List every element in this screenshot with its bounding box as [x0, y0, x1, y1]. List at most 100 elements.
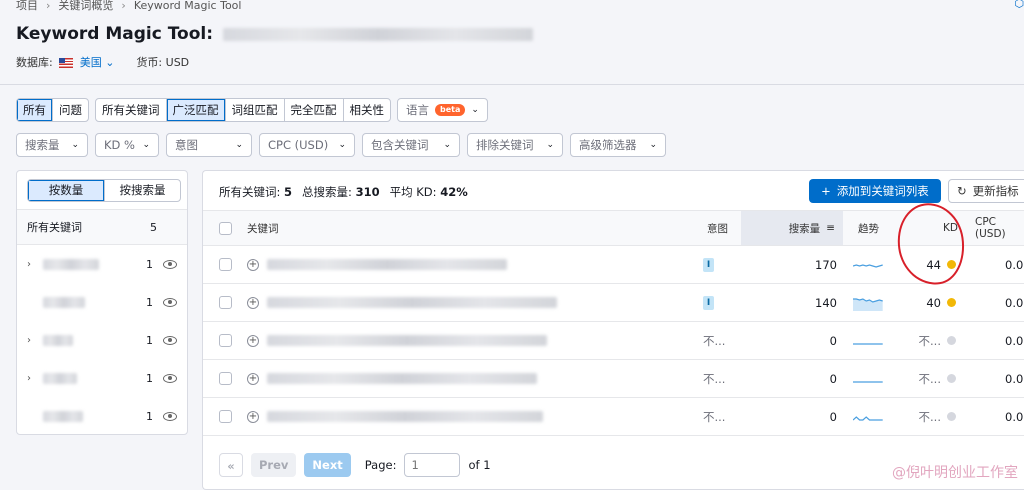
- add-keyword-icon[interactable]: +: [247, 258, 259, 271]
- refresh-metrics-button[interactable]: ↻ 更新指标: [948, 179, 1024, 203]
- kd-value: 不...: [918, 333, 941, 348]
- row-checkbox[interactable]: [219, 334, 232, 347]
- plus-icon: +: [821, 184, 831, 198]
- volume-value: 0: [829, 333, 837, 348]
- redacted-keyword[interactable]: [267, 259, 507, 270]
- kd-value: 不...: [918, 371, 941, 386]
- column-trend[interactable]: 趋势: [858, 211, 879, 245]
- add-keyword-icon[interactable]: +: [247, 372, 259, 385]
- column-volume[interactable]: 搜索量 ≡: [741, 211, 843, 245]
- meta-bar: 数据库: 美国 ⌄ 货币: USD: [16, 54, 189, 70]
- eye-icon[interactable]: [163, 335, 177, 345]
- database-selector[interactable]: 数据库: 美国 ⌄: [16, 54, 114, 70]
- add-to-keyword-list-button[interactable]: + 添加到关键词列表: [809, 179, 941, 203]
- filter-exclude-keywords[interactable]: 排除关键词 ⌄: [467, 133, 563, 157]
- filter-include-keywords[interactable]: 包含关键词 ⌄: [362, 133, 460, 157]
- tab-phrase-match[interactable]: 词组匹配: [226, 99, 285, 121]
- column-cpc[interactable]: CPC (USD): [975, 211, 1024, 245]
- filter-intent[interactable]: 意图 ⌄: [166, 133, 252, 157]
- row-checkbox[interactable]: [219, 410, 232, 423]
- sort-icon: ≡: [826, 222, 835, 234]
- share-icon[interactable]: ⬡: [1014, 0, 1024, 10]
- add-keyword-icon[interactable]: +: [247, 296, 259, 309]
- group-item[interactable]: › 1: [17, 245, 187, 283]
- cpc-value: 0.0: [1005, 333, 1024, 348]
- groups-panel: 按数量 按搜索量 所有关键词 5 › 1 1 › 1 › 1 1: [16, 170, 188, 435]
- group-item[interactable]: 1: [17, 283, 187, 321]
- trend-sparkline: [853, 297, 883, 311]
- chevron-down-icon: ⌄: [471, 105, 479, 115]
- kd-difficulty-dot: [947, 374, 956, 383]
- cpc-value: 0.0: [1005, 257, 1024, 272]
- kd-difficulty-dot: [947, 412, 956, 421]
- table-summary: 所有关键词: 5 总搜索量: 310 平均 KD: 42%: [219, 185, 468, 199]
- tab-broad-match[interactable]: 广泛匹配: [166, 99, 226, 121]
- column-intent[interactable]: 意图: [707, 211, 728, 245]
- prev-page-button[interactable]: Prev: [251, 453, 297, 477]
- sort-by-count[interactable]: 按数量: [28, 180, 104, 201]
- intent-badge: I: [703, 257, 714, 272]
- breadcrumb-item-overview[interactable]: 关键词概览: [58, 0, 113, 13]
- table-row[interactable]: + 不... 0 不... 0.0: [203, 398, 1024, 436]
- redacted-keyword[interactable]: [267, 297, 557, 308]
- row-checkbox[interactable]: [219, 372, 232, 385]
- chevron-down-icon: ⌄: [235, 140, 243, 150]
- tab-exact-match[interactable]: 完全匹配: [285, 99, 344, 121]
- tab-questions[interactable]: 问题: [53, 99, 88, 121]
- page-input[interactable]: [404, 453, 461, 477]
- volume-value: 170: [815, 257, 837, 272]
- add-keyword-icon[interactable]: +: [247, 410, 259, 423]
- redacted-keyword[interactable]: [267, 373, 537, 384]
- tab-related[interactable]: 相关性: [344, 99, 391, 121]
- group-all-keywords[interactable]: 所有关键词 5: [17, 209, 187, 245]
- volume-value: 0: [829, 409, 837, 424]
- redacted-keyword[interactable]: [267, 335, 547, 346]
- eye-icon[interactable]: [163, 297, 177, 307]
- breadcrumb-item-current: Keyword Magic Tool: [133, 0, 242, 12]
- kd-value: 不...: [918, 409, 941, 424]
- filter-kd[interactable]: KD % ⌄: [95, 133, 159, 157]
- select-all-checkbox[interactable]: [219, 221, 232, 235]
- table-row[interactable]: + I 140 40 0.0: [203, 284, 1024, 322]
- us-flag-icon: [59, 58, 74, 68]
- next-page-button[interactable]: Next: [304, 453, 351, 477]
- redacted-keyword[interactable]: [267, 411, 543, 422]
- chevron-down-icon: ⌄: [649, 140, 657, 150]
- chevron-right-icon[interactable]: ›: [27, 335, 37, 346]
- row-checkbox[interactable]: [219, 296, 232, 309]
- page-title: Keyword Magic Tool:: [16, 24, 534, 44]
- breadcrumb: 项目 › 关键词概览 › Keyword Magic Tool: [16, 0, 241, 13]
- filter-row-2: 搜索量 ⌄ KD % ⌄ 意图 ⌄ CPC (USD) ⌄ 包含关键词 ⌄ 排除关键词 ⌄ …: [16, 133, 666, 157]
- chevron-down-icon: ⌄: [338, 140, 346, 150]
- eye-icon[interactable]: [163, 259, 177, 269]
- first-page-button[interactable]: «: [219, 453, 243, 477]
- sort-by-volume[interactable]: 按搜索量: [104, 180, 180, 201]
- eye-icon[interactable]: [163, 411, 177, 421]
- filter-advanced[interactable]: 高级筛选器 ⌄: [570, 133, 666, 157]
- chevron-right-icon[interactable]: ›: [27, 373, 37, 384]
- trend-sparkline: [853, 415, 883, 421]
- breadcrumb-item-projects[interactable]: 项目: [16, 0, 38, 13]
- table-row[interactable]: + 不... 0 不... 0.0: [203, 360, 1024, 398]
- table-row[interactable]: + 不... 0 不... 0.0: [203, 322, 1024, 360]
- group-item[interactable]: 1: [17, 397, 187, 435]
- chevron-right-icon: ›: [46, 0, 51, 12]
- eye-icon[interactable]: [163, 373, 177, 383]
- group-item[interactable]: › 1: [17, 321, 187, 359]
- row-checkbox[interactable]: [219, 258, 232, 271]
- trend-sparkline: [853, 263, 883, 268]
- column-keyword[interactable]: 关键词: [247, 211, 279, 245]
- page-label: Page:: [364, 458, 397, 472]
- filter-cpc[interactable]: CPC (USD) ⌄: [259, 133, 355, 157]
- chevron-right-icon[interactable]: ›: [27, 259, 37, 270]
- pagination: « Prev Next Page: of 1: [219, 453, 491, 477]
- add-keyword-icon[interactable]: +: [247, 334, 259, 347]
- group-item[interactable]: › 1: [17, 359, 187, 397]
- tab-all-keywords[interactable]: 所有关键词: [96, 99, 167, 121]
- filter-row-1: 所有 问题 所有关键词 广泛匹配 词组匹配 完全匹配 相关性 语言 beta ⌄: [16, 98, 488, 122]
- intent-value: 不...: [703, 333, 726, 348]
- language-dropdown[interactable]: 语言 beta ⌄: [397, 98, 488, 122]
- redacted-group-name: [43, 296, 85, 308]
- tab-all[interactable]: 所有: [17, 99, 53, 121]
- filter-volume[interactable]: 搜索量 ⌄: [16, 133, 88, 157]
